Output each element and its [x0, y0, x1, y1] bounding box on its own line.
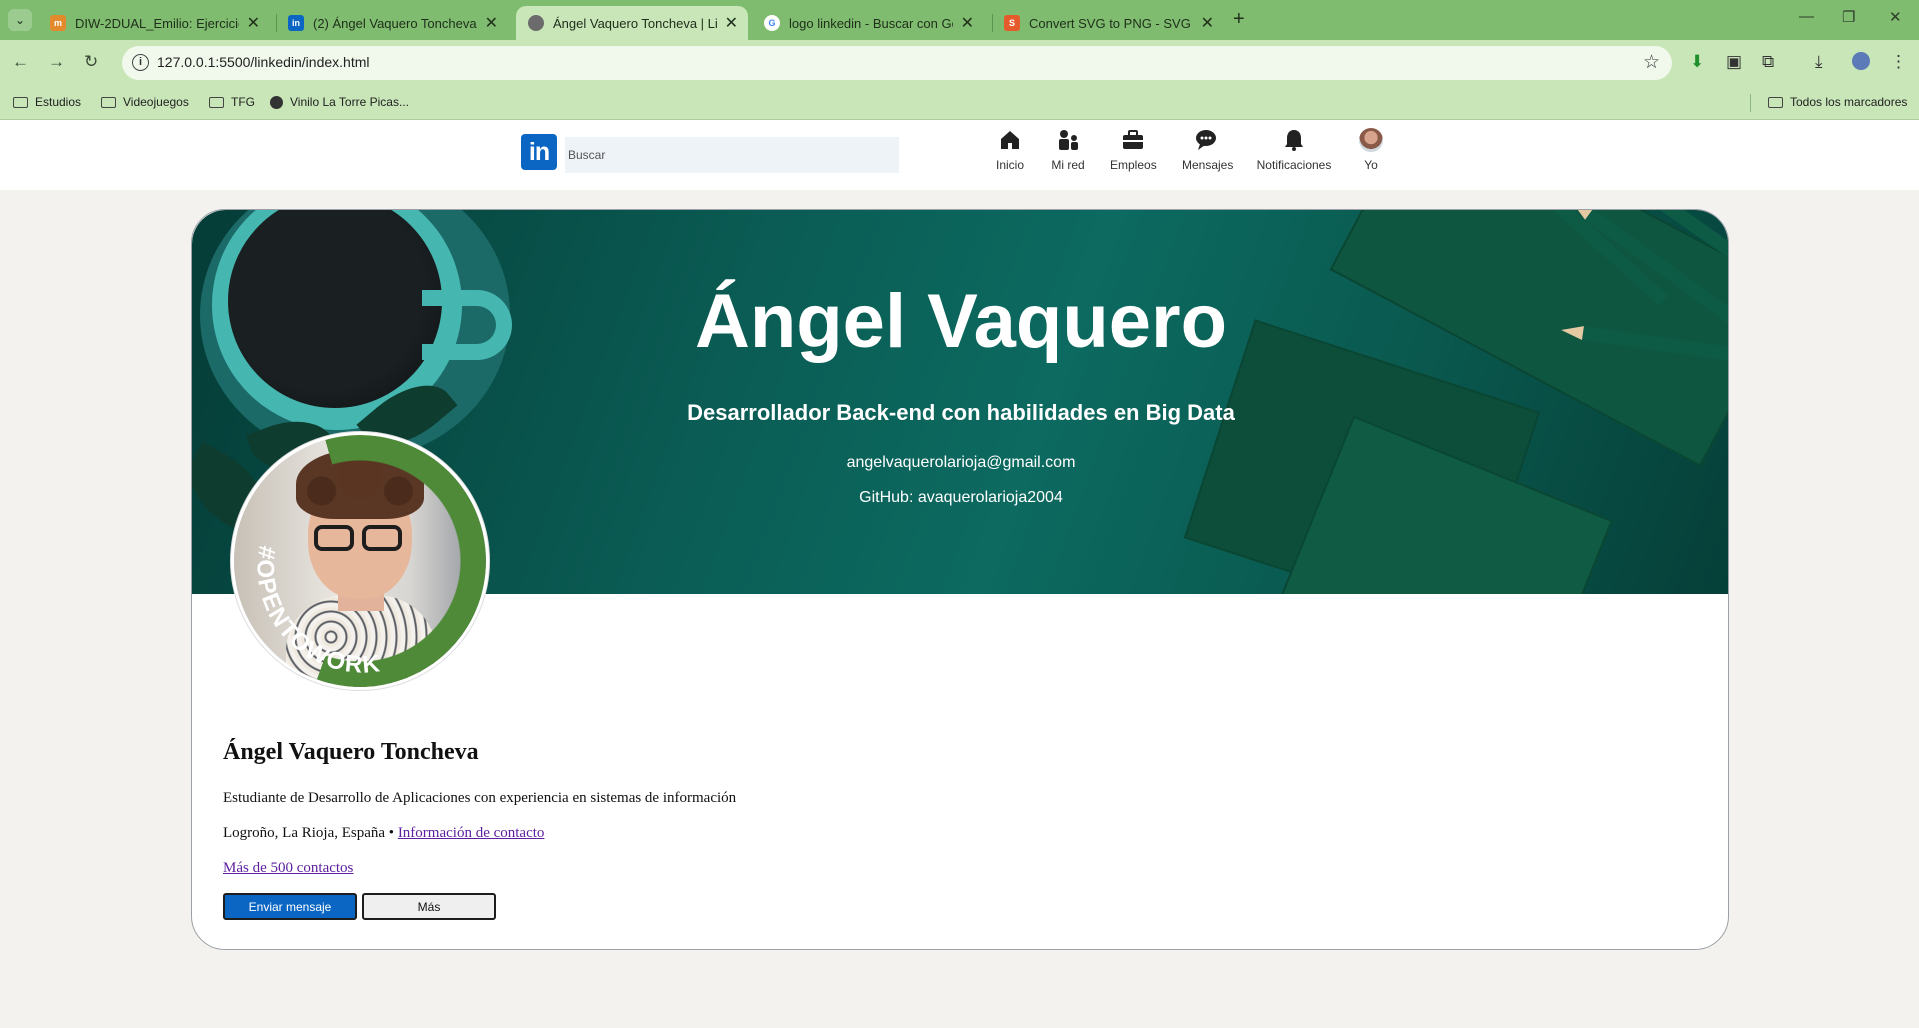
search-input[interactable]: [565, 137, 899, 173]
bookmarks-divider: [1750, 94, 1751, 112]
open-to-work-text: #OPENTOWORK: [251, 544, 381, 679]
tab-4[interactable]: G logo linkedin - Buscar con Goo ✕: [752, 6, 984, 40]
close-window-icon[interactable]: ✕: [1889, 8, 1902, 26]
bookmark-tfg[interactable]: TFG: [209, 95, 255, 109]
profile-location: Logroño, La Rioja, España: [223, 825, 386, 841]
more-button[interactable]: Más: [362, 893, 496, 920]
contact-info-link[interactable]: Información de contacto: [398, 825, 545, 841]
profile-avatar-icon[interactable]: [1852, 52, 1870, 70]
folder-icon: [101, 96, 116, 108]
extensions-puzzle-icon[interactable]: ⧉: [1762, 52, 1774, 72]
tab-title: Ángel Vaquero Toncheva | Linke: [553, 15, 717, 31]
nav-empleos[interactable]: Empleos: [1110, 128, 1157, 172]
google-icon: G: [764, 15, 780, 31]
profile-headline: Estudiante de Desarrollo de Aplicaciones…: [223, 790, 737, 806]
bookmark-estudios[interactable]: Estudios: [13, 95, 81, 109]
folder-icon: [13, 96, 28, 108]
svg-text:#OPENTOWORK: #OPENTOWORK: [251, 544, 382, 679]
nav-label: Mensajes: [1182, 158, 1234, 172]
bookmark-label: Estudios: [35, 95, 82, 109]
moodle-icon: m: [50, 15, 66, 31]
nav-notificaciones[interactable]: Notificaciones: [1256, 128, 1332, 172]
browser-toolbar: ← → ↻ i 127.0.0.1:5500/linkedin/index.ht…: [0, 40, 1919, 86]
nav-label: Empleos: [1110, 158, 1157, 172]
url-text[interactable]: 127.0.0.1:5500/linkedin/index.html: [157, 54, 369, 70]
location-separator: •: [388, 825, 395, 841]
connections-link[interactable]: Más de 500 contactos: [223, 860, 353, 877]
chat-icon: [1196, 130, 1216, 150]
nav-inicio[interactable]: Inicio: [992, 128, 1028, 172]
bookmarks-bar: Estudios Videojuegos TFG Vinilo La Torre…: [0, 86, 1919, 120]
profile-name: Ángel Vaquero Toncheva: [223, 739, 479, 765]
banner-title: Ángel Vaquero: [694, 279, 1228, 364]
reload-icon[interactable]: ↻: [84, 52, 98, 72]
nav-label: Notificaciones: [1256, 158, 1332, 172]
new-tab-button[interactable]: +: [1233, 8, 1245, 31]
browser-tab-strip: ⌄ m DIW-2DUAL_Emilio: Ejercicio Li ✕ in …: [0, 0, 1919, 40]
tab-title: (2) Ángel Vaquero Toncheva | Li: [313, 15, 477, 31]
site-info-icon[interactable]: i: [132, 54, 149, 71]
extension-icon[interactable]: ▣: [1726, 52, 1742, 72]
bookmark-label: Vinilo La Torre Picas...: [290, 95, 409, 109]
close-tab-icon[interactable]: ✕: [1201, 13, 1214, 33]
nav-yo[interactable]: Yo: [1356, 128, 1386, 172]
close-tab-icon[interactable]: ✕: [961, 13, 974, 33]
minimize-window-icon[interactable]: —: [1799, 8, 1814, 25]
bookmark-star-icon[interactable]: ☆: [1643, 51, 1660, 74]
close-tab-icon[interactable]: ✕: [247, 13, 260, 33]
bookmark-vinilo[interactable]: Vinilo La Torre Picas...: [270, 95, 409, 109]
linkedin-icon: in: [288, 15, 304, 31]
nav-mi-red[interactable]: Mi red: [1050, 128, 1086, 172]
banner-subtitle: Desarrollador Back-end con habilidades e…: [687, 400, 1235, 425]
folder-icon: [1768, 96, 1783, 108]
tab-3-active[interactable]: Ángel Vaquero Toncheva | Linke ✕: [516, 6, 748, 40]
bell-icon: [1285, 130, 1303, 151]
network-icon: [1059, 130, 1078, 150]
linkedin-header: in Inicio Mi red Empleos Mensajes Notifi…: [0, 120, 1919, 190]
address-bar[interactable]: i 127.0.0.1:5500/linkedin/index.html ☆: [122, 46, 1672, 80]
svg-viewer-icon: S: [1004, 15, 1020, 31]
bookmark-label: Todos los marcadores: [1790, 95, 1908, 109]
globe-icon: [270, 95, 283, 109]
bookmark-label: TFG: [231, 95, 255, 109]
home-icon: [1001, 131, 1019, 149]
briefcase-icon: [1123, 130, 1143, 149]
tab-2[interactable]: in (2) Ángel Vaquero Toncheva | Li ✕: [276, 6, 508, 40]
open-to-work-badge: #OPENTOWORK: [251, 544, 382, 679]
profile-photo[interactable]: #OPENTOWORK: [231, 432, 489, 690]
tab-title: DIW-2DUAL_Emilio: Ejercicio Li: [75, 15, 239, 31]
forward-icon[interactable]: →: [48, 52, 65, 72]
downloads-icon[interactable]: ⤓: [1815, 52, 1823, 72]
back-icon[interactable]: ←: [12, 52, 29, 72]
bookmark-label: Videojuegos: [123, 95, 189, 109]
close-tab-icon[interactable]: ✕: [725, 13, 738, 33]
profile-card: Ángel Vaquero Desarrollador Back-end con…: [191, 209, 1729, 950]
tab-title: Convert SVG to PNG - SVG Vie: [1029, 15, 1193, 31]
tab-1[interactable]: m DIW-2DUAL_Emilio: Ejercicio Li ✕: [38, 6, 270, 40]
nav-label: Yo: [1364, 158, 1378, 172]
tab-5[interactable]: S Convert SVG to PNG - SVG Vie ✕: [992, 6, 1224, 40]
profile-location-row: Logroño, La Rioja, España • Información …: [223, 825, 544, 842]
send-message-button[interactable]: Enviar mensaje: [223, 893, 357, 920]
linkedin-logo[interactable]: in: [521, 134, 557, 170]
nav-mensajes[interactable]: Mensajes: [1182, 128, 1234, 172]
all-bookmarks[interactable]: Todos los marcadores: [1768, 95, 1907, 109]
nav-label: Mi red: [1051, 158, 1085, 172]
nav-label: Inicio: [995, 158, 1024, 172]
tab-title: logo linkedin - Buscar con Goo: [789, 15, 953, 31]
avatar: [1359, 128, 1383, 152]
close-tab-icon[interactable]: ✕: [485, 13, 498, 33]
bookmark-videojuegos[interactable]: Videojuegos: [101, 95, 189, 109]
tab-search-button[interactable]: ⌄: [8, 9, 32, 31]
folder-icon: [209, 96, 224, 108]
download-extension-icon[interactable]: ⬇: [1690, 52, 1704, 72]
restore-window-icon[interactable]: ❐: [1842, 8, 1855, 26]
menu-kebab-icon[interactable]: ⋮: [1890, 52, 1907, 72]
globe-icon: [528, 15, 544, 31]
